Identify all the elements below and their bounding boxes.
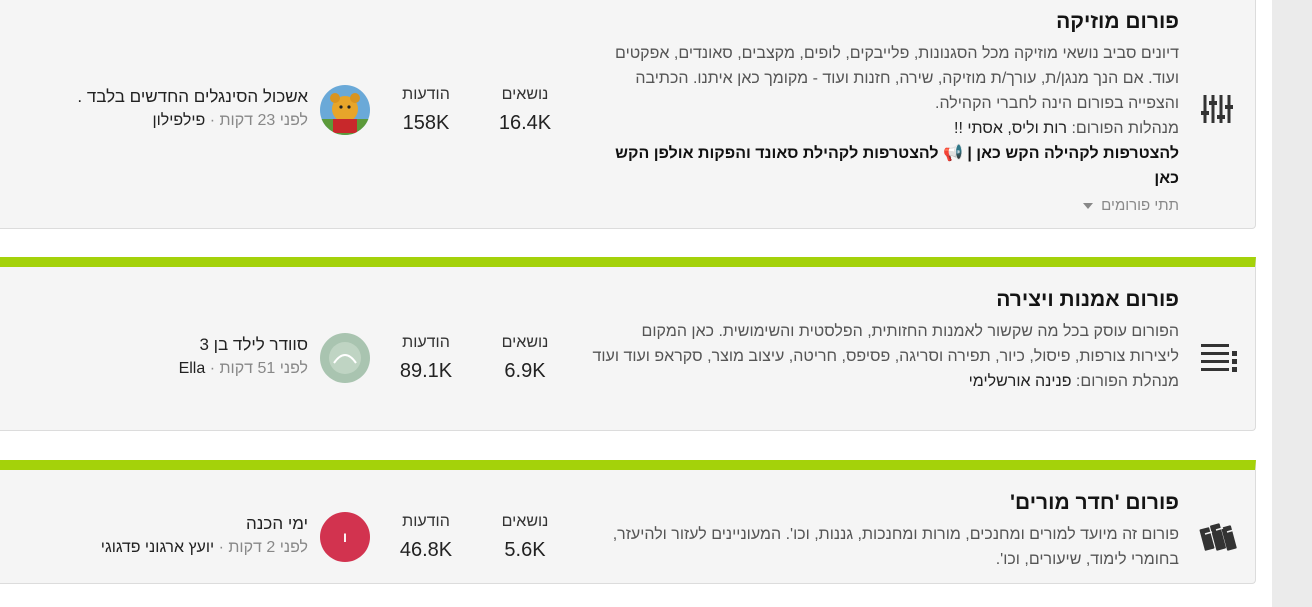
avatar-letter: ו	[342, 529, 348, 545]
topics-count: 5.6K	[504, 539, 546, 561]
last-post-time[interactable]: לפני 51 דקות	[219, 360, 308, 377]
forum-card-music: פורום מוזיקה דיונים סביב נושאי מוזיקה מכ…	[0, 0, 1256, 229]
forum-description: הפורום עוסק בכל מה שקשור לאמנות החזותית,…	[592, 323, 1179, 365]
posts-stat: הודעות 89.1K	[381, 333, 471, 385]
last-post: אשכול הסינגלים החדשים בלבד . לפני 23 דקו…	[60, 85, 370, 139]
posts-label: הודעות	[402, 86, 450, 103]
last-post-user[interactable]: פילפילון	[152, 112, 205, 129]
topics-label: נושאים	[501, 513, 549, 530]
posts-count: 46.8K	[399, 539, 453, 561]
topics-label: נושאים	[501, 86, 549, 103]
last-post-title[interactable]: סוודר לילד בן 3	[179, 333, 308, 357]
join-links[interactable]: להצטרפות לקהילה הקש כאן | 📢 להצטרפות לקה…	[589, 141, 1179, 191]
last-post-meta: לפני 51 דקות · Ella	[179, 357, 308, 381]
last-post-time[interactable]: לפני 2 דקות	[228, 539, 308, 556]
last-post-title[interactable]: ימי הכנה	[101, 512, 308, 536]
last-post-title[interactable]: אשכול הסינגלים החדשים בלבד .	[77, 85, 308, 109]
subforums-label: תתי פורומים	[1101, 197, 1179, 214]
last-post: ו ימי הכנה לפני 2 דקות · יועץ ארגוני פדג…	[60, 512, 370, 566]
last-post-time[interactable]: לפני 23 דקות	[219, 112, 308, 129]
topics-label: נושאים	[501, 334, 549, 351]
forum-description: דיונים סביב נושאי מוזיקה מכל הסגנונות, פ…	[615, 45, 1179, 112]
posts-count: 158K	[402, 112, 450, 134]
caret-down-icon	[1083, 203, 1093, 210]
forum-moderators: מנהלת הפורום: פנינה אורשלימי	[589, 369, 1179, 394]
last-post-meta: לפני 2 דקות · יועץ ארגוני פדגוגי	[101, 536, 308, 560]
meta-separator: ·	[214, 539, 224, 556]
sliders-icon	[1199, 89, 1239, 129]
forum-moderators: מנהלות הפורום: רות וליס, אסתי !!	[589, 116, 1179, 141]
forum-title[interactable]: פורום אמנות ויצירה	[589, 287, 1179, 313]
subforums-toggle[interactable]: תתי פורומים	[589, 193, 1179, 218]
forum-card-art: פורום אמנות ויצירה הפורום עוסק בכל מה שק…	[0, 257, 1256, 431]
posts-label: הודעות	[402, 334, 450, 351]
last-post-user[interactable]: יועץ ארגוני פדגוגי	[101, 539, 214, 556]
forum-card-teachers: פורום 'חדר מורים' פורום זה מיועד למורים …	[0, 460, 1256, 584]
posts-label: הודעות	[402, 513, 450, 530]
meta-separator: ·	[205, 112, 216, 129]
last-post-user[interactable]: Ella	[179, 360, 206, 377]
right-scroll-rail[interactable]	[1272, 0, 1312, 607]
topics-stat: נושאים 16.4K	[480, 85, 570, 137]
posts-stat: הודעות 158K	[381, 85, 471, 137]
forum-title[interactable]: פורום 'חדר מורים'	[589, 490, 1179, 516]
moderators-names[interactable]: פנינה אורשלימי	[969, 373, 1072, 390]
last-post-meta: לפני 23 דקות · פילפילון	[77, 109, 308, 133]
moderators-label: מנהלות הפורום:	[1071, 120, 1179, 137]
posts-stat: הודעות 46.8K	[381, 512, 471, 564]
forum-title[interactable]: פורום מוזיקה	[589, 9, 1179, 35]
meta-separator: ·	[205, 360, 216, 377]
topics-count: 6.9K	[504, 360, 546, 382]
moderators-names[interactable]: רות וליס, אסתי !!	[954, 120, 1067, 137]
last-post: סוודר לילד בן 3 לפני 51 דקות · Ella	[60, 333, 370, 387]
topics-stat: נושאים 5.6K	[480, 512, 570, 564]
moderators-label: מנהלת הפורום:	[1075, 373, 1179, 390]
posts-count: 89.1K	[399, 360, 453, 382]
forum-description: פורום זה מיועד למורים ומחנכים, מורות ומח…	[612, 526, 1179, 568]
avatar[interactable]	[320, 333, 370, 383]
topics-count: 16.4K	[498, 112, 552, 134]
avatar[interactable]: ו	[320, 512, 370, 562]
books-icon	[1199, 514, 1239, 554]
topics-stat: נושאים 6.9K	[480, 333, 570, 385]
list-icon	[1199, 337, 1239, 377]
avatar[interactable]	[320, 85, 370, 135]
